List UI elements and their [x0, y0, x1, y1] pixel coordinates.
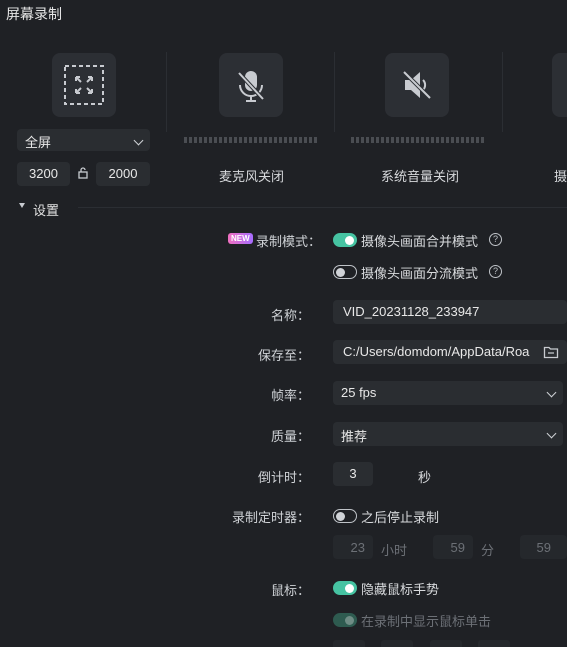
mic-caption: 麦克风关闭 [219, 169, 285, 184]
click-style-swatch[interactable] [478, 640, 510, 647]
show-clicks-label: 在录制中显示鼠标单击 [361, 614, 492, 629]
click-style-swatch[interactable] [381, 640, 413, 647]
name-label: 名称： [270, 308, 310, 323]
countdown-label: 倒计时： [257, 470, 310, 485]
quality-label: 质量： [270, 429, 310, 444]
timer-toggle-label: 之后停止录制 [361, 510, 440, 525]
merge-mode-toggle[interactable] [333, 233, 357, 247]
window-title: 屏幕录制 [6, 6, 62, 22]
click-style-swatch[interactable] [333, 640, 365, 647]
timer-seconds-value: 59 [536, 540, 551, 555]
settings-section-label[interactable]: 设置 [33, 200, 59, 219]
timer-seconds-input[interactable]: 59 [520, 535, 567, 559]
name-input[interactable]: VID_20231128_233947 [333, 300, 567, 324]
camera-tile[interactable] [552, 53, 567, 117]
timer-minutes-input[interactable]: 59 [433, 535, 473, 559]
save-path-value: C:/Users/domdom/AppData/Roa [343, 344, 530, 359]
mic-off-icon [237, 71, 265, 102]
hide-gesture-label: 隐藏鼠标手势 [361, 582, 440, 597]
aspect-lock-icon[interactable] [76, 166, 90, 180]
countdown-unit: 秒 [418, 470, 432, 485]
merge-mode-label: 摄像头画面合并模式 [361, 234, 479, 249]
system-audio-caption: 系统音量关闭 [381, 169, 460, 184]
name-value: VID_20231128_233947 [343, 304, 480, 319]
height-input[interactable]: 2000 [96, 162, 150, 186]
mic-tile[interactable] [219, 53, 283, 117]
click-style-swatch[interactable] [430, 640, 462, 647]
screen-mode-select[interactable]: 全屏 [17, 129, 150, 151]
divider [502, 52, 503, 132]
divider [166, 52, 167, 132]
mouse-label: 鼠标： [270, 583, 310, 598]
timer-minutes-unit: 分 [481, 543, 495, 558]
timer-hours-input[interactable]: 23 [333, 535, 373, 559]
save-to-label: 保存至： [257, 348, 310, 363]
timer-hours-value: 23 [350, 540, 365, 555]
quality-select[interactable]: 推荐 [333, 422, 563, 446]
fps-value: 25 fps [341, 385, 377, 400]
save-path-input[interactable]: C:/Users/domdom/AppData/Roa [333, 340, 567, 364]
timer-hours-unit: 小时 [381, 543, 408, 558]
timer-minutes-value: 59 [450, 540, 465, 555]
split-mode-label: 摄像头画面分流模式 [361, 266, 479, 281]
help-icon[interactable]: ? [489, 233, 502, 246]
folder-icon[interactable] [543, 345, 559, 359]
section-divider [78, 207, 567, 208]
split-mode-toggle[interactable] [333, 265, 357, 279]
quality-value: 推荐 [341, 429, 368, 444]
timer-toggle[interactable] [333, 509, 357, 523]
chevron-down-icon [133, 135, 144, 146]
screen-mode-value: 全屏 [25, 135, 52, 150]
timer-label: 录制定时器： [231, 510, 310, 525]
chevron-down-icon [546, 428, 557, 439]
speaker-off-icon [402, 70, 432, 100]
new-badge: NEW [228, 233, 253, 244]
help-icon[interactable]: ? [489, 265, 502, 278]
fullscreen-tile[interactable] [52, 53, 116, 117]
chevron-down-icon [546, 387, 557, 398]
fps-select[interactable]: 25 fps [333, 381, 563, 405]
system-audio-level-meter [351, 137, 484, 143]
show-clicks-toggle[interactable] [333, 613, 357, 627]
fullscreen-icon [64, 65, 104, 105]
countdown-input[interactable]: 3 [333, 462, 373, 486]
width-input[interactable]: 3200 [17, 162, 70, 186]
hide-gesture-toggle[interactable] [333, 581, 357, 595]
camera-caption: 摄 [554, 169, 567, 184]
system-audio-tile[interactable] [385, 53, 449, 117]
fps-label: 帧率： [270, 388, 310, 403]
divider [334, 52, 335, 132]
record-mode-label: 录制模式： [256, 234, 322, 249]
mic-level-meter [184, 137, 317, 143]
caret-down-icon[interactable] [19, 203, 25, 208]
